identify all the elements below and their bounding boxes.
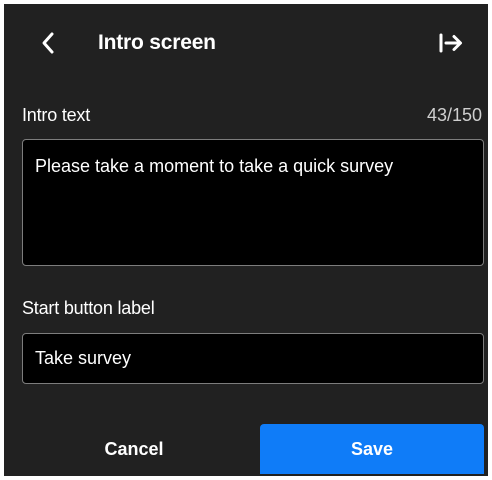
- character-counter: 43/150: [426, 105, 482, 125]
- save-button[interactable]: Save: [260, 424, 484, 474]
- start-button-label: Start button label: [22, 298, 155, 318]
- exit-button[interactable]: [436, 28, 466, 58]
- intro-text-field[interactable]: Please take a moment to take a quick sur…: [22, 139, 484, 266]
- chevron-left-icon: [42, 32, 54, 54]
- page-title: Intro screen: [98, 31, 216, 54]
- intro-text-label: Intro text: [22, 105, 91, 125]
- panel-header: Intro screen: [4, 4, 488, 82]
- arrow-right-to-bar-icon: [439, 33, 462, 53]
- back-button[interactable]: [34, 28, 62, 58]
- intro-screen-panel: Intro screen Intro text 43/150 Please ta…: [4, 4, 488, 476]
- start-button-label-field[interactable]: Take survey: [22, 333, 484, 384]
- cancel-button[interactable]: Cancel: [68, 424, 200, 474]
